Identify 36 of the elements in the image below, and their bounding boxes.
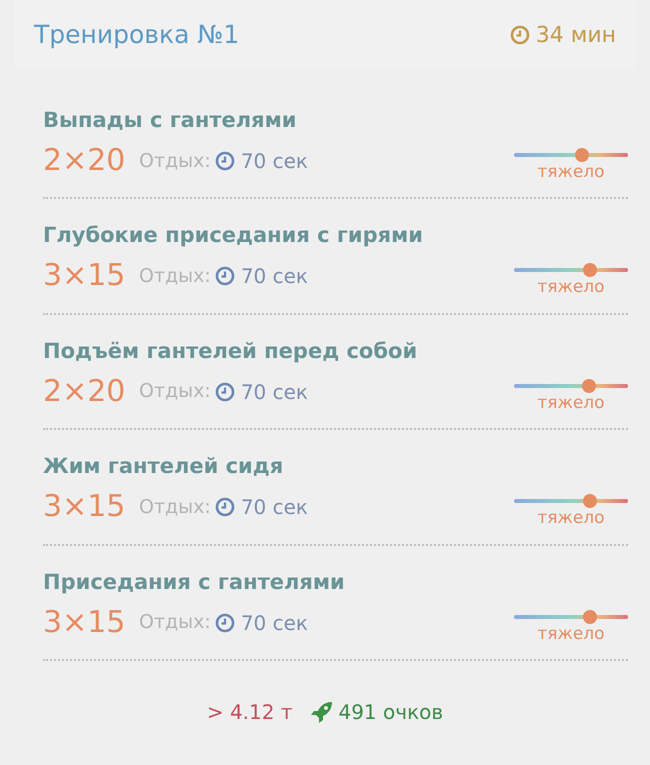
sets-reps: 2×20 [43,143,126,179]
clock-icon [214,497,235,517]
rest-time: 70 сек [240,378,308,406]
points: 491 очков [338,699,444,726]
rest-time: 70 сек [240,263,308,290]
workout-duration: 34 мин [536,22,616,50]
sets-reps: 2×20 [43,374,126,410]
rest-time: 70 сек [240,610,308,636]
rest-time: 70 сек [240,148,308,175]
clock-icon [214,382,235,402]
rest-label: Отдых: [139,610,211,636]
difficulty-label: тяжело [537,508,605,528]
total-weight: > 4.12 т [206,699,292,726]
sets-reps: 3×15 [43,258,126,294]
exercise-name: Подъём гантелей перед собой [43,338,418,364]
rest-label: Отдых: [139,264,211,289]
clock-icon [214,151,235,171]
workout-title: Тренировка №1 [34,19,240,52]
rest-label: Отдых: [139,494,211,520]
difficulty-label: тяжело [537,392,605,412]
exercise-name: Приседания с гантелями [43,568,346,596]
difficulty-label: тяжело [537,162,605,182]
rest-label: Отдых: [139,379,211,404]
exercise-name: Выпады с гантелями [43,107,298,134]
difficulty-label: тяжело [537,277,605,297]
exercise-name: Глубокие приседания с гирями [43,222,424,249]
clock-icon [510,25,530,45]
rocket-icon [310,700,334,724]
rest-label: Отдых: [139,148,211,174]
rest-time: 70 сек [240,494,308,521]
exercise-name: Жим гантелей сидя [43,453,284,480]
sets-reps: 3×15 [43,489,126,525]
sets-reps: 3×15 [43,604,126,640]
clock-icon [214,612,235,632]
difficulty-label: тяжело [537,624,605,644]
clock-icon [214,266,235,286]
